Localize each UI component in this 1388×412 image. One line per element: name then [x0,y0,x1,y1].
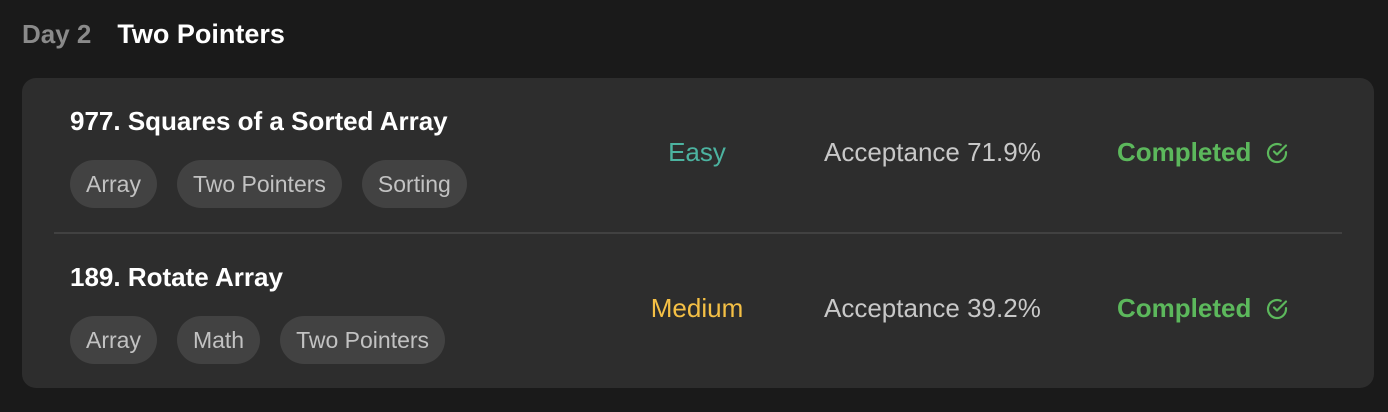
tag-chip[interactable]: Math [176,316,261,364]
problem-title[interactable]: 977. Squares of a Sorted Array [70,106,448,137]
acceptance-rate: Acceptance 71.9% [824,137,1041,167]
tag-chip[interactable]: Two Pointers [280,316,446,364]
problem-row[interactable]: 977. Squares of a Sorted Array Array Two… [22,78,1374,233]
check-circle-icon [1265,141,1289,165]
tag-chip[interactable]: Two Pointers [176,160,342,208]
problem-list-card: 977. Squares of a Sorted Array Array Two… [22,78,1374,388]
acceptance-rate: Acceptance 39.2% [824,293,1041,323]
study-plan-page: Day 2 Two Pointers 977. Squares of a Sor… [0,0,1388,412]
tag-list: Array Two Pointers Sorting [70,160,467,208]
status-badge: Completed [1117,293,1289,324]
section-header: Day 2 Two Pointers [22,16,285,52]
status-label: Completed [1117,137,1252,167]
status-badge: Completed [1117,137,1289,168]
problem-title[interactable]: 189. Rotate Array [70,262,283,293]
problem-row[interactable]: 189. Rotate Array Array Math Two Pointer… [22,234,1374,389]
difficulty-label: Medium [650,293,744,323]
day-label: Day 2 [22,18,92,49]
tag-chip[interactable]: Array [70,316,157,364]
tag-list: Array Math Two Pointers [70,316,446,364]
check-circle-icon [1265,297,1289,321]
difficulty-label: Easy [668,137,726,167]
tag-chip[interactable]: Array [70,160,157,208]
section-title: Two Pointers [117,18,285,49]
tag-chip[interactable]: Sorting [361,160,467,208]
status-label: Completed [1117,293,1252,323]
